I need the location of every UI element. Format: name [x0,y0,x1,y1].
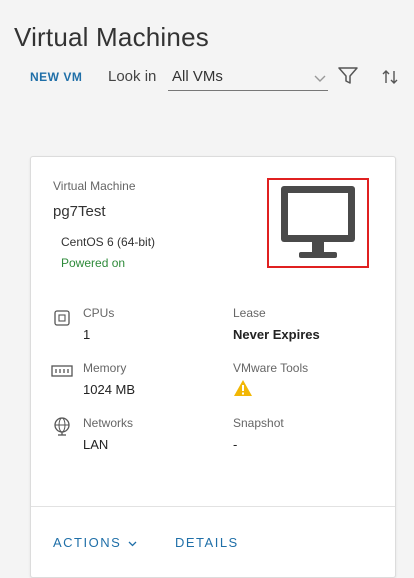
look-in-value: All VMs [172,68,223,85]
lease-value: Never Expires [233,327,320,342]
snapshot-value: - [233,437,238,452]
look-in-select[interactable]: All VMs [168,64,328,91]
chevron-down-icon [128,541,137,546]
vmware-tools-label: VMware Tools [233,361,309,375]
power-status: Powered on [61,256,126,270]
lease-label: Lease [233,306,266,320]
new-vm-button[interactable]: NEW VM [30,70,82,84]
snapshot-label: Snapshot [233,416,284,430]
actions-button[interactable]: ACTIONS [53,535,137,550]
networks-value: LAN [83,437,109,452]
vm-name[interactable]: pg7Test [53,203,106,220]
cpus-value: 1 [83,327,91,342]
chevron-down-icon [314,70,326,88]
vm-card: Virtual Machine pg7Test CentOS 6 (64-bit… [30,156,396,578]
monitor-icon [281,186,355,258]
card-type-label: Virtual Machine [53,179,136,193]
actions-label: ACTIONS [53,535,122,550]
networks-label: Networks [83,416,134,430]
sort-icon[interactable] [382,69,398,90]
memory-value: 1024 MB [83,382,136,397]
memory-icon [51,363,73,384]
look-in-label: Look in [108,68,157,85]
vm-os: CentOS 6 (64-bit) [61,235,156,249]
vm-console-thumbnail[interactable] [267,178,369,268]
memory-label: Memory [83,361,127,375]
network-icon [52,416,72,441]
cpus-label: CPUs [83,306,115,320]
card-divider [31,506,395,507]
details-button[interactable]: DETAILS [175,535,239,550]
toolbar: NEW VM Look in All VMs [30,62,402,92]
page-title: Virtual Machines [14,22,209,52]
cpu-icon [53,309,71,332]
warning-icon [233,379,253,402]
filter-icon[interactable] [338,67,358,90]
